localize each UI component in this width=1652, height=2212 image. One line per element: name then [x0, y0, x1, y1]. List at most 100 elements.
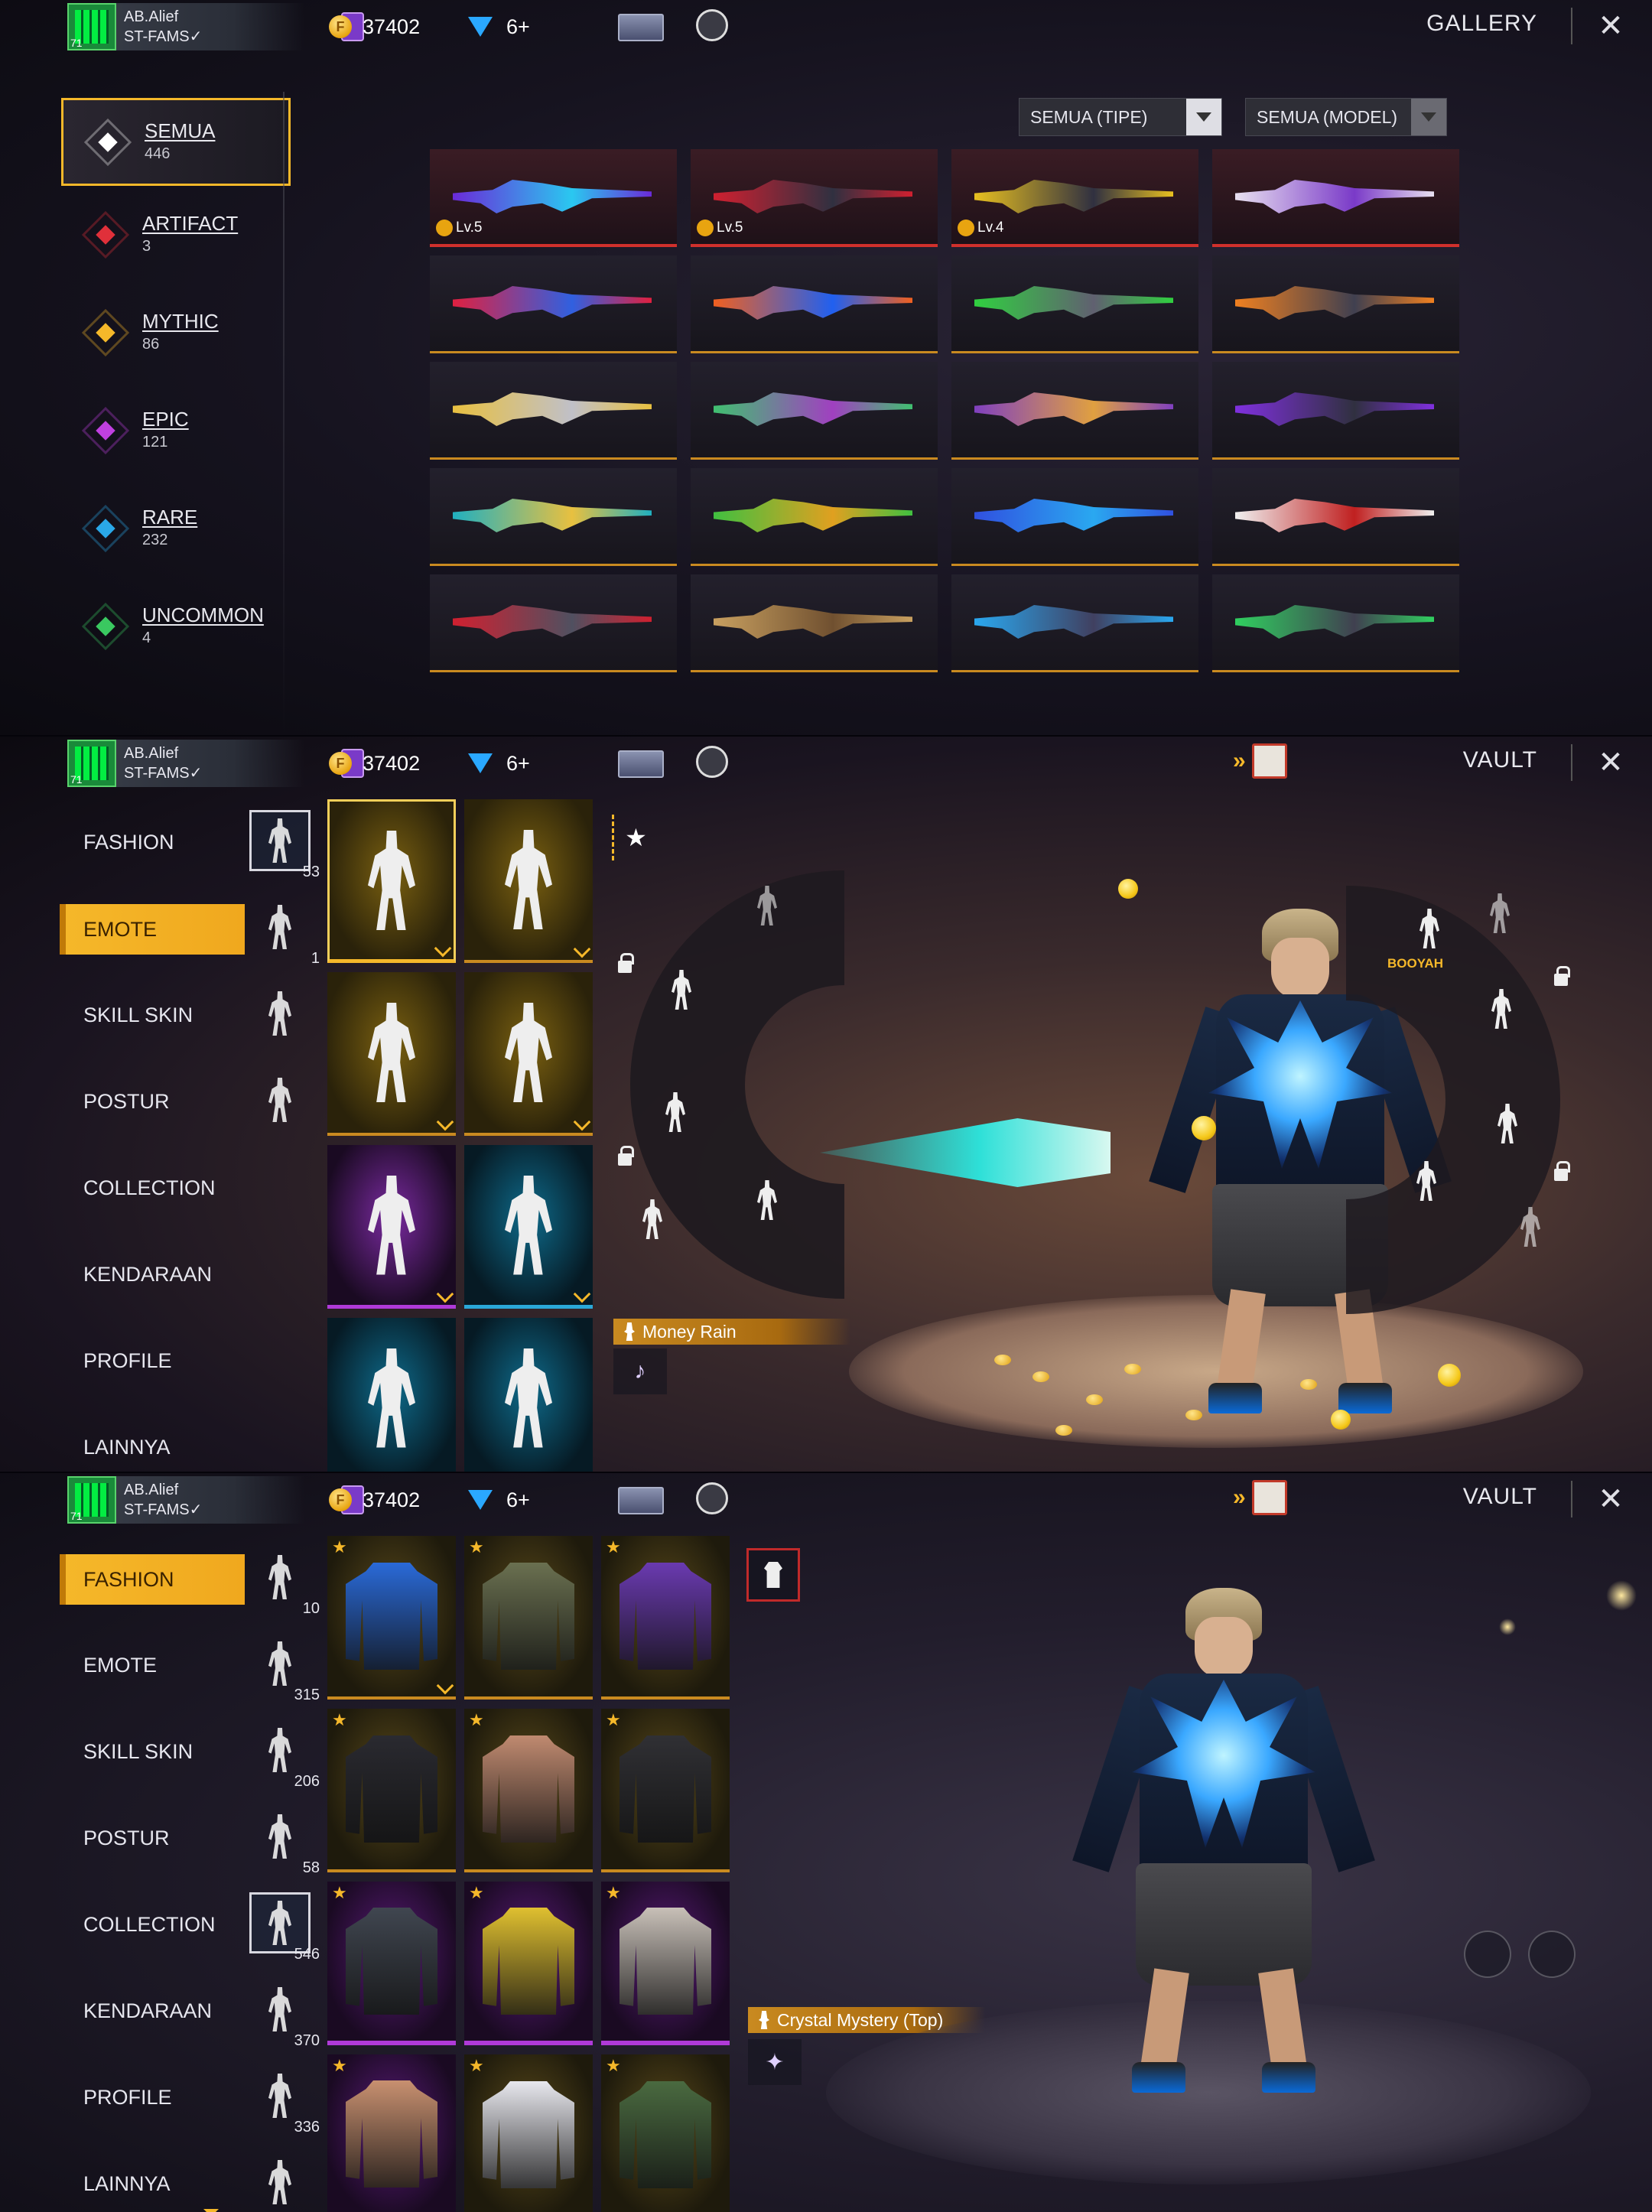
- weapon-skin-card[interactable]: [951, 468, 1198, 566]
- vault-tab-kendaraan[interactable]: KENDARAAN: [60, 1968, 245, 2054]
- vault-tab-fashion[interactable]: FASHION: [60, 1554, 245, 1605]
- membership-card-icon[interactable]: [618, 750, 664, 778]
- weapon-skin-card[interactable]: [1212, 255, 1459, 353]
- character-model[interactable]: [1072, 1588, 1375, 2108]
- weapon-skin-card[interactable]: [1212, 362, 1459, 460]
- rarity-tab-mythic[interactable]: MYTHIC 86: [61, 284, 291, 382]
- outfit-preset-button[interactable]: [746, 1548, 800, 1602]
- subcategory-button[interactable]: 370: [243, 1968, 320, 2054]
- subcategory-button[interactable]: 546: [243, 1882, 320, 1968]
- vault-tab-emote[interactable]: EMOTE: [60, 904, 245, 955]
- emote-card[interactable]: [327, 799, 456, 963]
- favorite-star-icon[interactable]: ★: [612, 815, 658, 860]
- weapon-skin-card[interactable]: [951, 362, 1198, 460]
- emote-card[interactable]: [327, 1145, 456, 1309]
- weapon-skin-card[interactable]: [430, 255, 677, 353]
- vault-tab-profile[interactable]: PROFILE: [60, 1318, 245, 1404]
- vault-tab-fashion[interactable]: FASHION: [60, 799, 245, 886]
- subcategory-button[interactable]: [243, 1059, 320, 1145]
- emote-card[interactable]: [464, 1318, 593, 1473]
- emote-card[interactable]: [464, 1145, 593, 1309]
- emote-slot-icon[interactable]: [1490, 893, 1510, 933]
- vault-tab-skill-skin[interactable]: SKILL SKIN: [60, 972, 245, 1059]
- subcategory-button[interactable]: [243, 972, 320, 1059]
- fashion-item-card[interactable]: ★: [464, 1709, 593, 1872]
- weapon-skin-card[interactable]: [691, 574, 938, 672]
- shortcut-button[interactable]: »: [1233, 743, 1309, 779]
- diamond-counter[interactable]: 6+: [468, 1481, 530, 1519]
- subcategory-button[interactable]: 315: [243, 1622, 320, 1709]
- emblem-icon[interactable]: [696, 746, 728, 778]
- model-filter-dropdown[interactable]: SEMUA (MODEL): [1245, 98, 1447, 136]
- vault-tab-skill-skin[interactable]: SKILL SKIN: [60, 1709, 245, 1795]
- fashion-item-card[interactable]: ★: [601, 1882, 730, 2045]
- gold-counter[interactable]: F 37402: [329, 744, 420, 782]
- rarity-tab-uncommon[interactable]: UNCOMMON 4: [61, 577, 291, 675]
- vault-tab-lainnya[interactable]: LAINNYA: [60, 2141, 245, 2212]
- fashion-item-card[interactable]: ★: [327, 1536, 456, 1700]
- weapon-skin-card[interactable]: [1212, 468, 1459, 566]
- sparkle-icon[interactable]: ✦: [748, 2039, 802, 2085]
- emote-card[interactable]: [464, 972, 593, 1136]
- gold-counter[interactable]: F 37402: [329, 8, 420, 46]
- weapon-skin-card[interactable]: Lv.5: [691, 149, 938, 247]
- vault-tab-profile[interactable]: PROFILE: [60, 2054, 245, 2141]
- fashion-item-card[interactable]: ★: [601, 1709, 730, 1872]
- weapon-skin-card[interactable]: Lv.5: [430, 149, 677, 247]
- vault-tab-kendaraan[interactable]: KENDARAAN: [60, 1231, 245, 1318]
- subcategory-button[interactable]: 53: [243, 799, 320, 886]
- rarity-tab-rare[interactable]: RARE 232: [61, 480, 291, 577]
- weapon-skin-card[interactable]: [691, 255, 938, 353]
- fashion-item-card[interactable]: ★: [601, 1536, 730, 1700]
- preview-character-icon[interactable]: [1528, 1931, 1576, 1978]
- weapon-skin-card[interactable]: [430, 362, 677, 460]
- chevron-down-icon[interactable]: [203, 2209, 219, 2212]
- emote-card[interactable]: [327, 972, 456, 1136]
- emote-sound-icon[interactable]: ♪: [613, 1348, 667, 1394]
- player-profile[interactable]: 71 AB.Alief ST-FAMS✓: [67, 1476, 364, 1524]
- weapon-skin-card[interactable]: [1212, 574, 1459, 672]
- shortcut-button[interactable]: »: [1233, 1479, 1309, 1516]
- subcategory-button[interactable]: [243, 2141, 320, 2212]
- emblem-icon[interactable]: [696, 1482, 728, 1514]
- subcategory-button[interactable]: 206: [243, 1709, 320, 1795]
- rarity-tab-epic[interactable]: EPIC 121: [61, 382, 291, 480]
- diamond-counter[interactable]: 6+: [468, 8, 530, 46]
- emote-card[interactable]: [327, 1318, 456, 1473]
- emblem-icon[interactable]: [696, 9, 728, 41]
- avatar[interactable]: 71: [67, 1476, 116, 1524]
- subcategory-button[interactable]: 58: [243, 1795, 320, 1882]
- vault-tab-postur[interactable]: POSTUR: [60, 1795, 245, 1882]
- vault-tab-lainnya[interactable]: LAINNYA: [60, 1404, 245, 1473]
- player-profile[interactable]: 71 AB.Alief ST-FAMS✓: [67, 740, 364, 787]
- fashion-item-card[interactable]: ★: [327, 2054, 456, 2212]
- weapon-skin-card[interactable]: [1212, 149, 1459, 247]
- close-icon[interactable]: ✕: [1595, 1484, 1626, 1514]
- type-filter-dropdown[interactable]: SEMUA (TIPE): [1019, 98, 1222, 136]
- fashion-item-card[interactable]: ★: [327, 1709, 456, 1872]
- rarity-tab-semua[interactable]: SEMUA 446: [61, 98, 291, 186]
- emote-slot-icon[interactable]: [642, 1199, 662, 1239]
- fashion-item-card[interactable]: ★: [464, 2054, 593, 2212]
- vault-tab-postur[interactable]: POSTUR: [60, 1059, 245, 1145]
- fashion-item-card[interactable]: ★: [601, 2054, 730, 2212]
- weapon-skin-card[interactable]: [951, 574, 1198, 672]
- vault-tab-collection[interactable]: COLLECTION: [60, 1882, 245, 1968]
- rarity-tab-artifact[interactable]: ARTIFACT 3: [61, 186, 291, 284]
- subcategory-button[interactable]: 336: [243, 2054, 320, 2141]
- close-icon[interactable]: ✕: [1595, 747, 1626, 778]
- emote-card[interactable]: [464, 799, 593, 963]
- fashion-item-card[interactable]: ★: [464, 1536, 593, 1700]
- diamond-counter[interactable]: 6+: [468, 744, 530, 782]
- membership-card-icon[interactable]: [618, 1487, 664, 1514]
- avatar[interactable]: 71: [67, 740, 116, 787]
- membership-card-icon[interactable]: [618, 14, 664, 41]
- subcategory-button[interactable]: 10: [243, 1536, 320, 1622]
- player-profile[interactable]: 71 AB.Alief ST-FAMS✓: [67, 3, 364, 50]
- weapon-skin-card[interactable]: [691, 468, 938, 566]
- weapon-skin-card[interactable]: [430, 468, 677, 566]
- weapon-skin-card[interactable]: Lv.4: [951, 149, 1198, 247]
- rotate-view-icon[interactable]: [1464, 1931, 1511, 1978]
- fashion-item-card[interactable]: ★: [327, 1882, 456, 2045]
- close-icon[interactable]: ✕: [1595, 11, 1626, 41]
